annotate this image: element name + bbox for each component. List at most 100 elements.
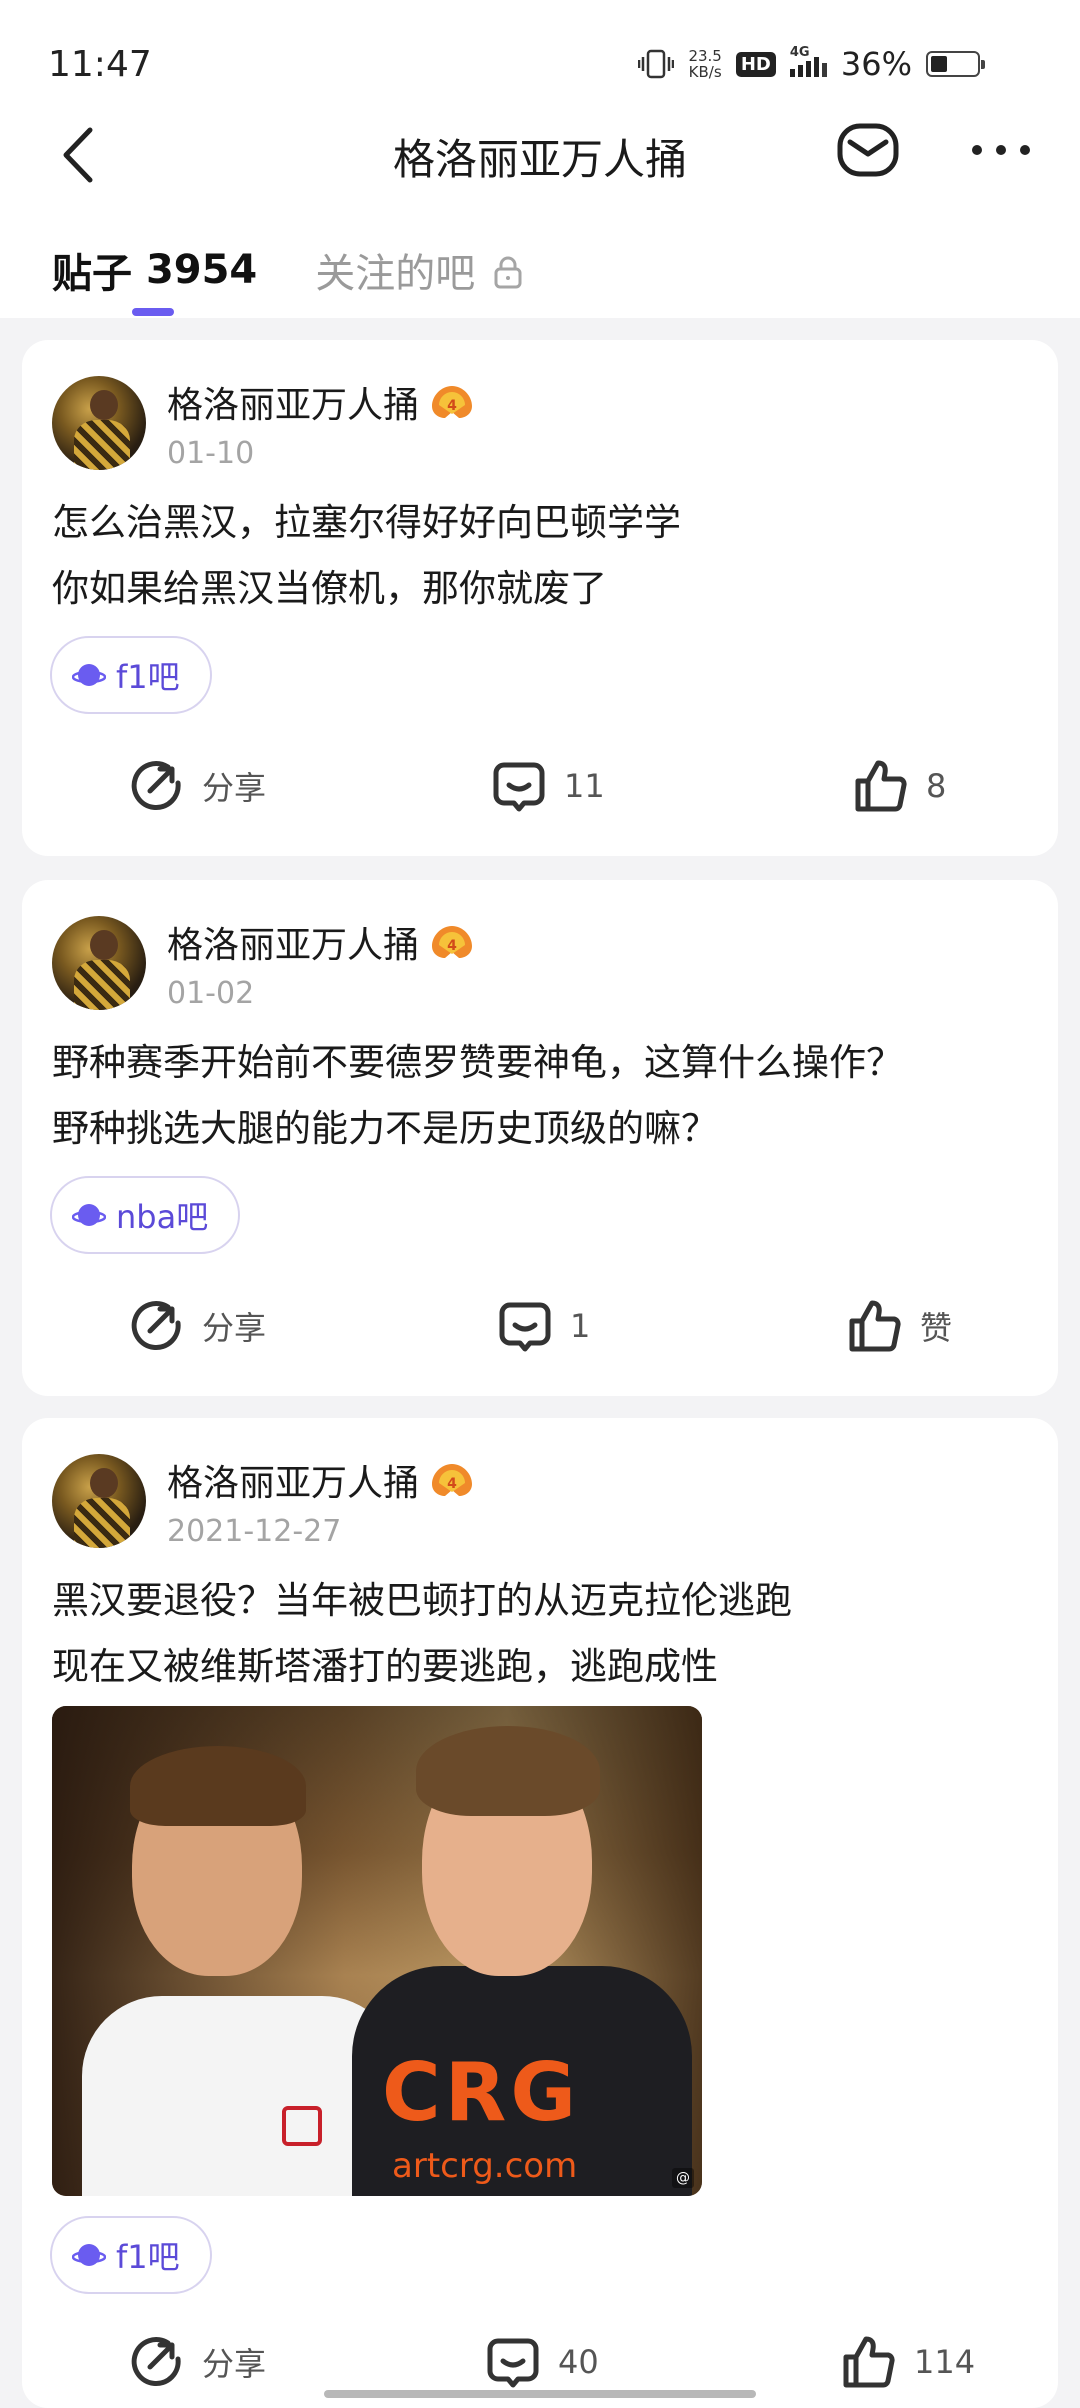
tab-following[interactable]: 关注的吧 [315, 240, 523, 300]
post-actions: 分享 11 8 [22, 746, 1058, 826]
level-badge-icon: 4 [429, 922, 475, 962]
mail-icon[interactable] [836, 118, 900, 182]
post-text-line: 黑汉要退役？当年被巴顿打的从迈克拉伦逃跑 [52, 1579, 792, 1622]
tab-posts[interactable]: 贴子 3954 [52, 240, 258, 316]
battery-percent: 36% [840, 45, 912, 83]
svg-text:4: 4 [447, 398, 457, 414]
tab-bar: 贴子 3954 关注的吧 [52, 240, 523, 318]
like-label: 赞 [920, 1309, 953, 1347]
lock-icon [493, 253, 523, 289]
thumbs-up-icon [855, 760, 907, 812]
comment-button[interactable]: 11 [492, 746, 605, 826]
photo-crg-text: CRG [382, 2046, 580, 2139]
comment-count: 40 [558, 2343, 599, 2381]
forum-planet-icon [72, 1204, 106, 1226]
comment-icon [499, 1302, 551, 1352]
more-icon[interactable] [968, 118, 1034, 182]
watermark-icon: @ [672, 2168, 694, 2188]
level-badge-icon: 4 [429, 382, 475, 422]
status-bar: 11:47 23.5 KB/s HD 4G 36% [48, 36, 985, 92]
signal-icon: 4G [789, 45, 827, 77]
photo-person-right: CRG artcrg.com [352, 1716, 692, 2196]
post-date: 2021-12-27 [167, 1514, 342, 1549]
post-content[interactable]: 黑汉要退役？当年被巴顿打的从迈克拉伦逃跑 现在又被维斯塔潘打的要逃跑，逃跑成性 [52, 1568, 1028, 1700]
status-icons: 23.5 KB/s HD 4G 36% [638, 45, 985, 83]
like-button[interactable]: 114 [842, 2322, 975, 2402]
level-badge-icon: 4 [429, 1460, 475, 1500]
share-button[interactable]: 分享 [130, 1286, 266, 1366]
forum-tag[interactable]: f1吧 [50, 2216, 212, 2294]
share-label: 分享 [202, 2345, 267, 2383]
author-name: 格洛丽亚万人捅 [167, 385, 420, 426]
post-text-line: 现在又被维斯塔潘打的要逃跑，逃跑成性 [52, 1645, 718, 1688]
avatar[interactable] [52, 376, 146, 470]
forum-planet-icon [72, 2244, 106, 2266]
forum-tag-label: nba吧 [116, 1198, 209, 1236]
post-card[interactable]: 格洛丽亚万人捅 4 2021-12-27 黑汉要退役？当年被巴顿打的从迈克拉伦逃… [22, 1418, 1058, 2408]
nav-bar: 格洛丽亚万人捅 [0, 110, 1080, 200]
svg-text:4: 4 [447, 938, 457, 954]
hd-badge: HD [735, 51, 776, 77]
tab-active-indicator [132, 308, 174, 316]
post-card[interactable]: 格洛丽亚万人捅 4 01-10 怎么治黑汉，拉塞尔得好好向巴顿学学 你如果给黑汉… [22, 340, 1058, 856]
comment-icon [493, 762, 545, 812]
forum-tag[interactable]: nba吧 [50, 1176, 241, 1254]
post-text-line: 野种赛季开始前不要德罗赞要神龟，这算什么操作？ [52, 1041, 903, 1084]
page-title: 格洛丽亚万人捅 [392, 135, 687, 184]
post-date: 01-10 [167, 436, 255, 471]
battery-icon [926, 51, 985, 77]
photo-person-left [82, 1746, 402, 2196]
status-time: 11:47 [48, 43, 152, 85]
tab-posts-count: 3954 [145, 247, 258, 293]
like-button[interactable]: 8 [854, 746, 946, 826]
thumbs-up-icon [843, 2336, 895, 2388]
like-button[interactable]: 赞 [848, 1286, 952, 1366]
comment-icon [487, 2338, 539, 2388]
home-indicator[interactable] [324, 2390, 756, 2398]
net-speed-value: 23.5 [688, 47, 722, 65]
top-bar: 11:47 23.5 KB/s HD 4G 36% 格洛丽亚万人捅 贴子 395… [0, 0, 1080, 318]
post-text-line: 你如果给黑汉当僚机，那你就废了 [52, 567, 607, 610]
author-name: 格洛丽亚万人捅 [167, 1463, 420, 1504]
net-speed: 23.5 KB/s [688, 48, 721, 80]
forum-planet-icon [72, 664, 106, 686]
share-icon [131, 1301, 181, 1350]
photo-url-text: artcrg.com [392, 2146, 578, 2186]
forum-tag-label: f1吧 [116, 658, 180, 696]
avatar[interactable] [52, 916, 146, 1010]
tab-following-label: 关注的吧 [315, 251, 476, 297]
tab-posts-label: 贴子 [52, 251, 132, 297]
share-button[interactable]: 分享 [130, 746, 266, 826]
post-text-line: 野种挑选大腿的能力不是历史顶级的嘛？ [52, 1107, 718, 1150]
post-author[interactable]: 格洛丽亚万人捅 4 [167, 1454, 475, 1506]
avatar[interactable] [52, 1454, 146, 1548]
network-type: 4G [789, 45, 810, 60]
forum-tag[interactable]: f1吧 [50, 636, 212, 714]
post-date: 01-02 [167, 976, 255, 1011]
author-name: 格洛丽亚万人捅 [167, 925, 420, 966]
vibrate-icon [638, 49, 675, 79]
comment-count: 11 [564, 767, 605, 805]
post-image[interactable]: CRG artcrg.com @ [52, 1706, 702, 2196]
comment-button[interactable]: 1 [498, 1286, 590, 1366]
post-content[interactable]: 怎么治黑汉，拉塞尔得好好向巴顿学学 你如果给黑汉当僚机，那你就废了 [52, 490, 1028, 622]
net-speed-unit: KB/s [688, 63, 722, 81]
share-label: 分享 [202, 769, 267, 807]
share-button[interactable]: 分享 [130, 2322, 266, 2402]
post-content[interactable]: 野种赛季开始前不要德罗赞要神龟，这算什么操作？ 野种挑选大腿的能力不是历史顶级的… [52, 1030, 1028, 1162]
post-text-line: 怎么治黑汉，拉塞尔得好好向巴顿学学 [52, 501, 681, 544]
post-author[interactable]: 格洛丽亚万人捅 4 [167, 376, 475, 428]
like-count: 8 [926, 767, 947, 805]
like-count: 114 [914, 2343, 976, 2381]
svg-text:4: 4 [447, 1476, 457, 1492]
post-actions: 分享 1 赞 [22, 1286, 1058, 1366]
post-card[interactable]: 格洛丽亚万人捅 4 01-02 野种赛季开始前不要德罗赞要神龟，这算什么操作？ … [22, 880, 1058, 1396]
share-icon [131, 2337, 181, 2386]
share-icon [131, 761, 181, 810]
forum-tag-label: f1吧 [116, 2238, 180, 2276]
post-author[interactable]: 格洛丽亚万人捅 4 [167, 916, 475, 968]
share-label: 分享 [202, 1309, 267, 1347]
battery-fill [931, 56, 947, 72]
thumbs-up-icon [849, 1300, 901, 1352]
comment-count: 1 [570, 1307, 591, 1345]
